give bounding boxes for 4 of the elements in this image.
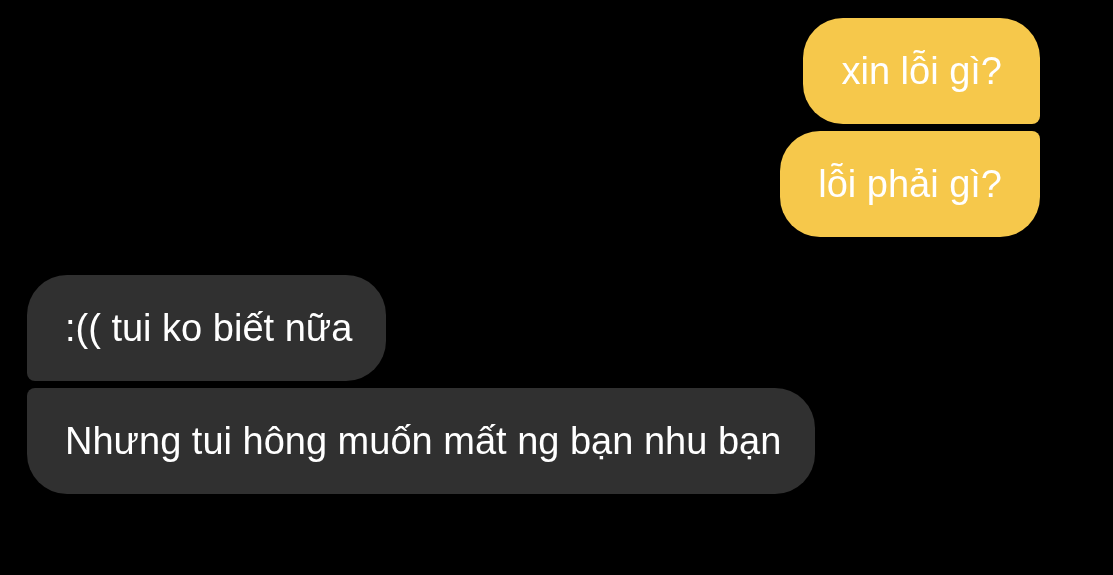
sent-message-bubble: xin lỗi gì? bbox=[803, 18, 1040, 124]
received-message-bubble: Nhưng tui hông muốn mất ng bạn nhu bạn bbox=[27, 388, 816, 494]
sent-message-bubble: lỗi phải gì? bbox=[780, 131, 1040, 237]
received-message-bubble: :(( tui ko biết nữa bbox=[27, 275, 387, 381]
